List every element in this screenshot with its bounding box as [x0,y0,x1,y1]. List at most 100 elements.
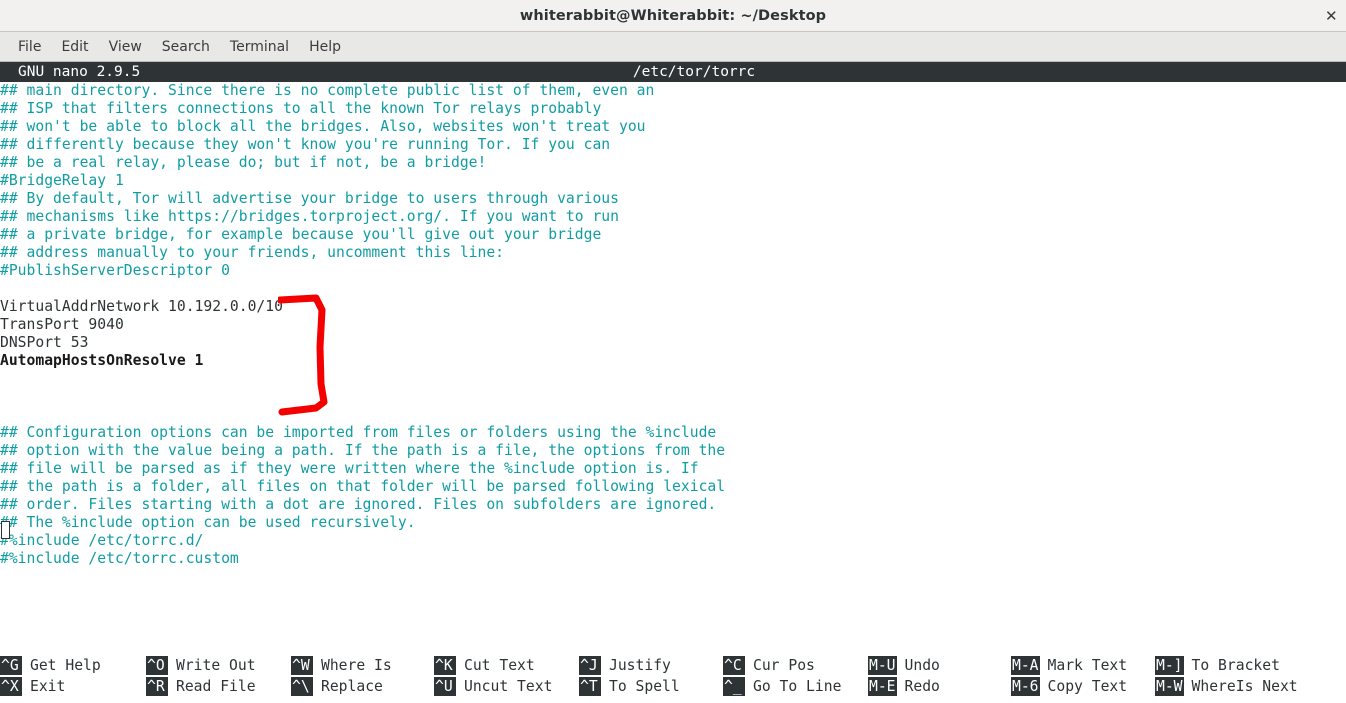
shortcut-key: ^X [0,677,22,696]
window-titlebar: whiterabbit@Whiterabbit: ~/Desktop ✕ [0,0,1346,32]
shortcut-item[interactable]: ^G Get Help [0,655,101,676]
close-icon[interactable]: ✕ [1325,8,1338,24]
shortcut-column: ^C Cur Pos ^_ Go To Line [723,655,841,697]
nano-editor-area[interactable]: ## main directory. Since there is no com… [0,82,1346,652]
shortcut-label: Write Out [176,657,256,674]
editor-line: DNSPort 53 [0,334,89,351]
shortcut-key: ^C [723,656,745,675]
window-controls[interactable]: ✕ [1324,5,1346,27]
editor-line: #%include /etc/torrc.d/ [0,532,204,549]
shortcut-item[interactable]: ^W Where Is [291,655,392,676]
shortcut-label: Undo [904,657,940,674]
shortcut-item[interactable]: M-] To Bracket [1155,655,1298,676]
menu-item-view[interactable]: View [99,36,152,58]
menu-item-file[interactable]: File [8,36,51,58]
shortcut-label: Where Is [321,657,392,674]
shortcut-column: ^O Write Out ^R Read File [146,655,256,697]
shortcut-item[interactable]: ^J Justify [579,655,680,676]
editor-line: ## order. Files starting with a dot are … [0,496,717,513]
shortcut-key: ^\ [291,677,313,696]
shortcut-item[interactable]: ^R Read File [146,676,256,697]
editor-line: ## a private bridge, for example because… [0,226,602,243]
shortcut-item[interactable]: M-6 Copy Text [1011,676,1127,697]
editor-line: ## The %include option can be used recur… [0,514,416,531]
shortcut-label: To Bracket [1191,657,1280,674]
shortcut-item[interactable]: ^\ Replace [291,676,392,697]
shortcut-key: M-6 [1011,677,1040,696]
shortcut-item[interactable]: ^T To Spell [579,676,680,697]
editor-line: ## ISP that filters connections to all t… [0,100,602,117]
shortcut-item[interactable]: M-W WhereIs Next [1155,676,1298,697]
editor-line: #BridgeRelay 1 [0,172,124,189]
shortcut-column: M-] To Bracket M-W WhereIs Next [1155,655,1298,697]
shortcut-label: Replace [321,678,383,695]
nano-filename-label: /etc/tor/torrc [632,64,756,80]
shortcut-key: M-U [868,656,897,675]
nano-shortcut-bar: ^G Get Help ^X Exit ^O Write Out ^R Read File ^W… [0,655,1346,703]
shortcut-column: M-A Mark Text M-6 Copy Text [1011,655,1127,697]
shortcut-item[interactable]: M-A Mark Text [1011,655,1127,676]
menu-item-help[interactable]: Help [299,36,351,58]
shortcut-column: ^G Get Help ^X Exit [0,655,101,697]
shortcut-key: ^K [434,656,456,675]
shortcut-label: Cur Pos [753,657,815,674]
shortcut-label: Uncut Text [464,678,553,695]
shortcut-column: ^W Where Is ^\ Replace [291,655,392,697]
shortcut-label: Justify [609,657,671,674]
editor-line: ## file will be parsed as if they were w… [0,460,699,477]
shortcut-item[interactable]: ^_ Go To Line [723,676,841,697]
editor-line: ## option with the value being a path. I… [0,442,726,459]
editor-line: TransPort 9040 [0,316,124,333]
shortcut-label: Cut Text [464,657,535,674]
editor-line: ## won't be able to block all the bridge… [0,118,646,135]
shortcut-item[interactable]: ^X Exit [0,676,101,697]
shortcut-column: ^J Justify ^T To Spell [579,655,680,697]
shortcut-label: Read File [176,678,256,695]
terminal-window: whiterabbit@Whiterabbit: ~/Desktop ✕ Fil… [0,0,1346,703]
nano-status-bar: GNU nano 2.9.5 /etc/tor/torrc [0,62,1346,82]
shortcut-label: Copy Text [1047,678,1128,695]
editor-line: #%include /etc/torrc.custom [0,550,239,567]
editor-line: ## main directory. Since there is no com… [0,82,655,99]
editor-line: ## Configuration options can be imported… [0,424,717,441]
shortcut-label: Get Help [30,657,101,674]
shortcut-label: Exit [30,678,66,695]
shortcut-key: ^W [291,656,313,675]
shortcut-key: ^J [579,656,601,675]
shortcut-item[interactable]: ^U Uncut Text [434,676,552,697]
shortcut-key: ^R [146,677,168,696]
shortcut-label: WhereIs Next [1191,678,1298,695]
text-cursor [1,521,10,539]
editor-line: ## differently because they won't know y… [0,136,611,153]
editor-line: VirtualAddrNetwork 10.192.0.0/10 [0,298,283,315]
shortcut-key: M-E [868,677,897,696]
menu-item-edit[interactable]: Edit [51,36,98,58]
shortcut-key: M-A [1011,656,1040,675]
editor-line: AutomapHostsOnResolve 1 [0,352,204,369]
menu-item-search[interactable]: Search [152,36,220,58]
shortcut-key: ^_ [723,677,745,696]
menu-item-terminal[interactable]: Terminal [220,36,299,58]
shortcut-key: ^T [579,677,601,696]
editor-line: #PublishServerDescriptor 0 [0,262,230,279]
shortcut-item[interactable]: ^C Cur Pos [723,655,841,676]
shortcut-label: Mark Text [1047,657,1128,674]
shortcut-key: ^O [146,656,168,675]
shortcut-key: ^U [434,677,456,696]
shortcut-key: M-] [1155,656,1184,675]
shortcut-label: Redo [904,678,940,695]
shortcut-item[interactable]: M-E Redo [868,676,940,697]
editor-line: ## address manually to your friends, unc… [0,244,505,261]
menubar: File Edit View Search Terminal Help [0,32,1346,62]
window-title: whiterabbit@Whiterabbit: ~/Desktop [519,7,827,24]
shortcut-item[interactable]: M-U Undo [868,655,940,676]
shortcut-item[interactable]: ^O Write Out [146,655,256,676]
editor-line: ## mechanisms like https://bridges.torpr… [0,208,619,225]
shortcut-column: ^K Cut Text ^U Uncut Text [434,655,552,697]
shortcut-item[interactable]: ^K Cut Text [434,655,552,676]
